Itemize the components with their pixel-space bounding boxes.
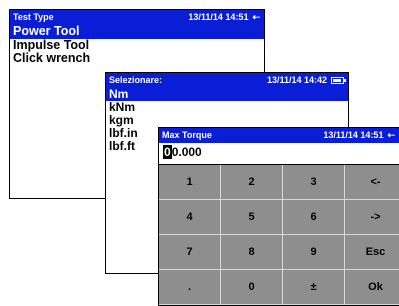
plug-icon: ⇠: [387, 130, 395, 140]
title-bar: Test Type 13/11/14 14:51 ⇠: [10, 10, 264, 25]
timestamp: 13/11/14 14:51: [188, 12, 249, 22]
key-5[interactable]: 5: [221, 200, 283, 235]
battery-icon: [331, 77, 346, 85]
numeric-keypad: 1 2 3 <- 4 5 6 -> 7 8 9 Esc . 0 ± Ok: [159, 164, 399, 305]
title-bar: Selezionare: 13/11/14 14:42: [106, 73, 348, 88]
key-backspace[interactable]: <-: [345, 165, 399, 200]
unit-item-kgm[interactable]: kgm: [106, 114, 348, 127]
key-7[interactable]: 7: [159, 235, 221, 270]
key-plus-minus[interactable]: ±: [283, 270, 345, 305]
key-forward[interactable]: ->: [345, 200, 399, 235]
menu-item-impulse-tool[interactable]: Impulse Tool: [10, 38, 264, 53]
menu-item-power-tool[interactable]: Power Tool: [10, 24, 264, 39]
title-bar: Max Torque 13/11/14 14:51 ⇠: [159, 128, 399, 143]
key-3[interactable]: 3: [283, 165, 345, 200]
key-1[interactable]: 1: [159, 165, 221, 200]
key-decimal[interactable]: .: [159, 270, 221, 305]
timestamp: 13/11/14 14:42: [266, 75, 327, 85]
menu-item-click-wrench[interactable]: Click wrench: [10, 51, 264, 66]
key-4[interactable]: 4: [159, 200, 221, 235]
key-0[interactable]: 0: [221, 270, 283, 305]
input-value: 0.000: [171, 145, 202, 159]
screen-title: Test Type: [13, 12, 54, 22]
key-6[interactable]: 6: [283, 200, 345, 235]
key-9[interactable]: 9: [283, 235, 345, 270]
screen-title: Max Torque: [162, 130, 212, 140]
key-ok[interactable]: Ok: [345, 270, 399, 305]
plug-icon: ⇠: [252, 12, 260, 22]
unit-item-nm[interactable]: Nm: [106, 88, 348, 101]
key-8[interactable]: 8: [221, 235, 283, 270]
key-esc[interactable]: Esc: [345, 235, 399, 270]
timestamp: 13/11/14 14:51: [323, 130, 384, 140]
key-2[interactable]: 2: [221, 165, 283, 200]
torque-input[interactable]: 00.000: [159, 143, 399, 161]
max-torque-screen: Max Torque 13/11/14 14:51 ⇠ 00.000 1 2 3 …: [158, 127, 399, 306]
screen-title: Selezionare:: [109, 75, 163, 85]
unit-item-knm[interactable]: kNm: [106, 101, 348, 114]
input-cursor: 0: [163, 145, 172, 159]
